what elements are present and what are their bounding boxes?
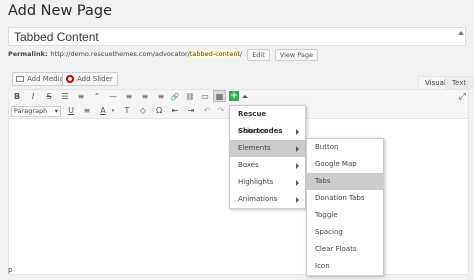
chevron-right-icon <box>296 197 299 203</box>
chevron-right-icon <box>296 129 299 135</box>
element-path: p <box>8 266 13 274</box>
submenu-item-clear-floats[interactable]: Clear Floats <box>307 241 383 258</box>
fullscreen-icon[interactable]: ⤢ <box>459 92 466 102</box>
chevron-down-icon: ▾ <box>54 107 58 115</box>
align-right-icon[interactable]: ≡ <box>155 91 167 103</box>
permalink-label: Permalink: <box>8 50 48 58</box>
toolbar-toggle-icon[interactable]: ▦ <box>213 90 226 102</box>
align-left-icon[interactable]: ≡ <box>123 91 135 103</box>
underline-icon[interactable]: U <box>65 105 77 117</box>
submenu-item-google-map[interactable]: Google Map <box>307 156 383 173</box>
submenu-item-toggle[interactable]: Toggle <box>307 207 383 224</box>
indent-icon[interactable]: ⇥ <box>185 105 197 117</box>
bold-icon[interactable]: B <box>11 91 23 103</box>
permalink-slug: tabbed-content <box>189 50 240 58</box>
permalink-end: / <box>240 50 243 58</box>
submenu-item-spacing[interactable]: Spacing <box>307 224 383 241</box>
chevron-right-icon <box>296 163 299 169</box>
menu-item-label: Animations <box>238 195 278 203</box>
menu-item-animations[interactable]: Animations <box>230 191 305 208</box>
format-select[interactable]: Paragraph ▾ <box>11 106 61 117</box>
paste-text-icon[interactable]: T <box>121 105 133 117</box>
menu-item-elements[interactable]: Elements <box>230 140 305 157</box>
view-page-button[interactable]: View Page <box>274 48 319 61</box>
tab-text[interactable]: Text <box>445 76 474 90</box>
read-more-icon[interactable]: ▭ <box>199 91 211 103</box>
menu-item-label: Columns <box>238 127 269 135</box>
permalink-base: http://demo.rescuethemes.com/advocator/ <box>50 50 190 58</box>
submenu-item-icon[interactable]: Icon <box>307 258 383 275</box>
elements-submenu: Button Google Map Tabs Donation Tabs Tog… <box>306 138 384 276</box>
undo-icon[interactable]: ↶ <box>201 105 213 117</box>
menu-item-columns[interactable]: Columns <box>230 123 305 140</box>
menu-item-highlights[interactable]: Highlights <box>230 174 305 191</box>
chevron-right-icon <box>296 180 299 186</box>
title-input[interactable] <box>8 27 466 46</box>
menu-item-label: Elements <box>238 144 271 152</box>
bullet-list-icon[interactable]: ☰ <box>59 91 71 103</box>
clear-formatting-icon[interactable]: ◇ <box>137 105 149 117</box>
italic-icon[interactable]: I <box>27 91 39 103</box>
menu-item-label: Highlights <box>238 178 274 186</box>
horizontal-rule-icon[interactable]: — <box>107 91 119 103</box>
special-character-icon[interactable]: Ω <box>153 105 165 117</box>
submenu-item-tabs[interactable]: Tabs <box>307 173 383 190</box>
submenu-item-donation-tabs[interactable]: Donation Tabs <box>307 190 383 207</box>
strikethrough-icon[interactable]: S <box>43 91 55 103</box>
align-center-icon[interactable]: ≡ <box>139 91 151 103</box>
page-title: Add New Page <box>8 3 113 19</box>
numbered-list-icon[interactable]: ≡ <box>75 91 87 103</box>
outdent-icon[interactable]: ⇤ <box>169 105 181 117</box>
permalink-row: Permalink: http://demo.rescuethemes.com/… <box>8 48 319 61</box>
add-media-button[interactable]: Add Media <box>12 72 69 86</box>
permalink-url[interactable]: http://demo.rescuethemes.com/advocator/t… <box>50 48 243 61</box>
shortcodes-menu: Rescue Shortcodes Columns Elements Boxes… <box>229 105 306 209</box>
remove-link-icon[interactable]: ⛓ <box>184 91 196 103</box>
text-color-dropdown-icon[interactable]: ▾ <box>107 105 119 117</box>
rescue-shortcodes-icon[interactable]: + <box>229 91 239 101</box>
shortcodes-menu-header: Rescue Shortcodes <box>238 110 283 135</box>
caret-up-icon[interactable] <box>242 95 248 98</box>
submenu-item-button[interactable]: Button <box>307 139 383 156</box>
media-icon <box>16 76 24 82</box>
slider-icon <box>66 75 74 83</box>
chevron-right-icon <box>296 146 299 152</box>
add-slider-button[interactable]: Add Slider <box>62 72 118 86</box>
redo-icon[interactable]: ↷ <box>215 105 227 117</box>
menu-item-boxes[interactable]: Boxes <box>230 157 305 174</box>
justify-icon[interactable]: ≡ <box>81 105 93 117</box>
menu-item-label: Boxes <box>238 161 259 169</box>
blockquote-icon[interactable]: “ <box>91 91 103 103</box>
edit-permalink-button[interactable]: Edit <box>247 48 270 61</box>
format-select-value: Paragraph <box>14 107 48 115</box>
add-media-label: Add Media <box>27 75 64 83</box>
scroll-up-icon[interactable] <box>458 31 464 35</box>
add-slider-label: Add Slider <box>77 75 113 83</box>
insert-link-icon[interactable]: 🔗 <box>169 91 181 103</box>
